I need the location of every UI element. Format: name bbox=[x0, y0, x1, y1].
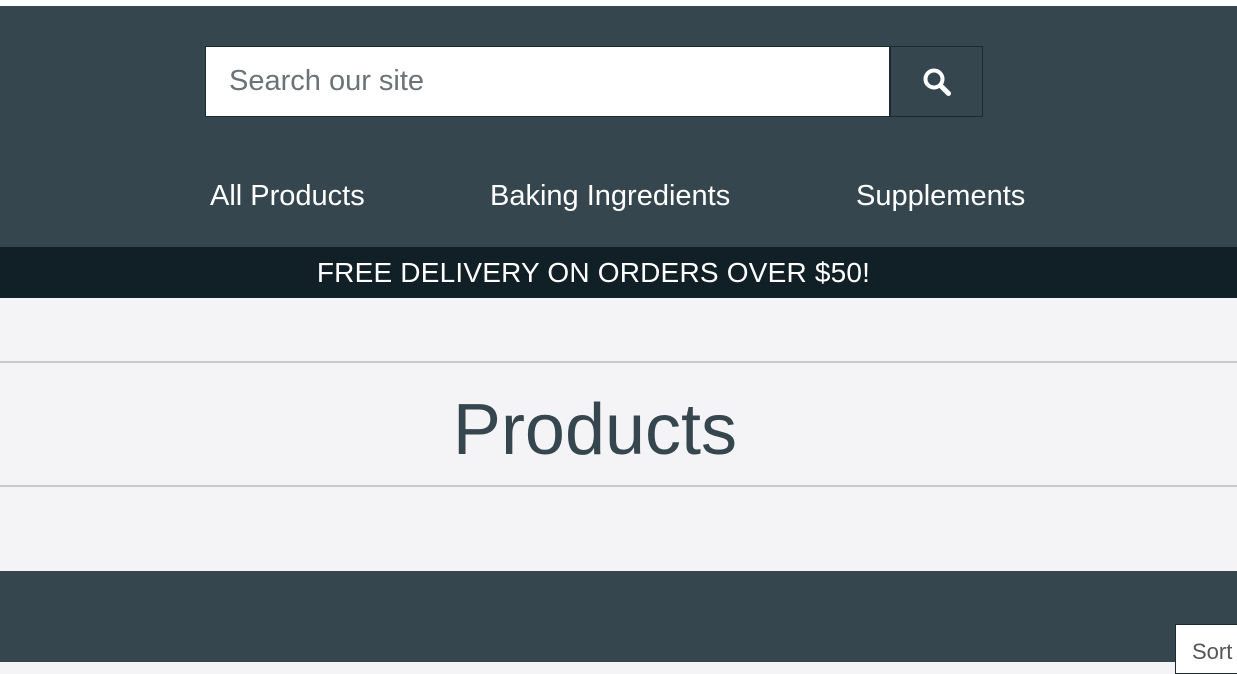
delivery-banner-text: FREE DELIVERY ON ORDERS OVER $50! bbox=[316, 256, 871, 288]
search-icon bbox=[923, 68, 951, 96]
search-input[interactable] bbox=[205, 46, 890, 117]
nav-item-baking-ingredients[interactable]: Baking Ingredients bbox=[490, 174, 730, 218]
nav-item-supplements[interactable]: Supplements bbox=[856, 174, 1025, 218]
site-header: All Products Baking Ingredients Suppleme… bbox=[0, 6, 1237, 247]
sort-select[interactable]: Sort bbox=[1175, 624, 1237, 674]
nav-item-all-products[interactable]: All Products bbox=[210, 174, 365, 218]
products-toolbar bbox=[0, 571, 1237, 662]
title-divider-bottom bbox=[0, 485, 1237, 487]
sort-select-label: Sort bbox=[1192, 639, 1233, 664]
main-nav: All Products Baking Ingredients Suppleme… bbox=[0, 174, 1237, 218]
title-divider-top bbox=[0, 361, 1237, 363]
delivery-banner: FREE DELIVERY ON ORDERS OVER $50! bbox=[0, 247, 1237, 298]
page-title: Products bbox=[452, 390, 738, 470]
search-button[interactable] bbox=[890, 46, 983, 117]
